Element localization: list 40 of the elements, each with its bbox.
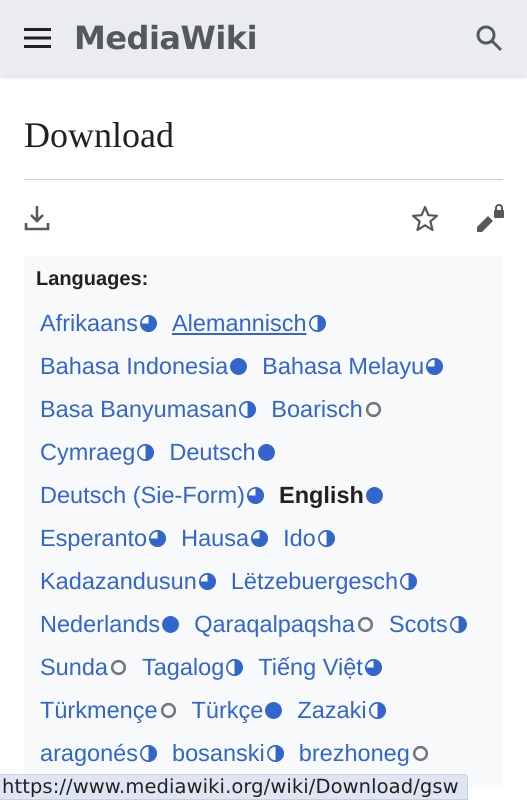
star-icon: [411, 204, 439, 232]
language-link[interactable]: Bahasa Melayu: [262, 352, 424, 380]
watch-button[interactable]: [411, 204, 439, 232]
language-link[interactable]: Kadazandusun: [40, 567, 197, 596]
language-link[interactable]: Basa Banyumasan: [40, 395, 238, 424]
language-link[interactable]: Qaraqalpaqsha: [194, 610, 355, 638]
language-link[interactable]: Türkçe: [192, 696, 264, 724]
download-button[interactable]: [24, 205, 50, 232]
language-link[interactable]: Cymraeg: [40, 438, 136, 466]
edit-button[interactable]: [475, 204, 505, 232]
language-link[interactable]: Esperanto: [40, 524, 148, 552]
search-button[interactable]: [475, 24, 503, 52]
language-link[interactable]: brezhoneg: [298, 739, 410, 768]
menu-button[interactable]: [24, 27, 52, 49]
menu-icon: [24, 27, 52, 49]
current-language: English: [279, 481, 364, 510]
search-icon: [475, 24, 503, 52]
link-url-tooltip: https://www.mediawiki.org/wiki/Download/gsw: [0, 774, 468, 800]
language-link[interactable]: Tagalog: [142, 653, 224, 682]
language-link[interactable]: Tiếng Việt: [258, 653, 363, 682]
locked-pencil-icon: [475, 204, 505, 232]
language-link[interactable]: Nederlands: [40, 610, 160, 638]
page-title: Download: [24, 76, 503, 180]
language-link[interactable]: bosanski: [172, 739, 265, 768]
language-link[interactable]: Boarisch: [271, 395, 363, 424]
language-link[interactable]: Alemannisch: [172, 309, 307, 338]
download-icon: [24, 205, 50, 232]
language-link[interactable]: Lëtzebuergesch: [230, 567, 398, 596]
language-link[interactable]: aragonés: [40, 739, 138, 768]
language-link[interactable]: Bahasa Indonesia: [40, 352, 228, 380]
language-link[interactable]: Hausa: [181, 524, 250, 552]
language-link[interactable]: Zazaki: [297, 696, 367, 724]
language-link[interactable]: Deutsch: [169, 438, 256, 466]
language-link[interactable]: Deutsch (Sie-Form): [40, 481, 246, 510]
languages-heading: Languages:: [36, 268, 150, 292]
language-link[interactable]: Ido: [283, 524, 316, 552]
language-link[interactable]: Sunda: [40, 653, 108, 682]
language-link[interactable]: Afrikaans: [40, 309, 138, 338]
language-link[interactable]: Türkmençe: [40, 696, 158, 724]
language-link[interactable]: Scots: [388, 610, 448, 638]
